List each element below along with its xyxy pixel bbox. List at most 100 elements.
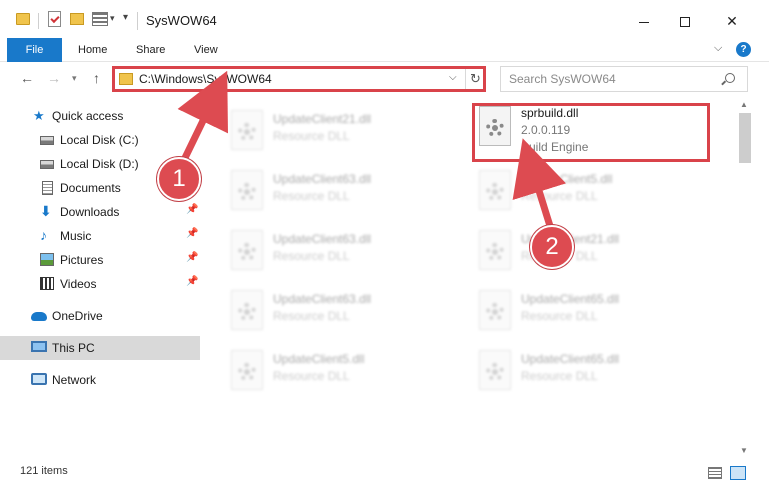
file-description: Resource DLL xyxy=(521,189,598,203)
dll-file-icon xyxy=(231,350,263,390)
network-icon xyxy=(31,373,47,385)
expand-ribbon-icon[interactable]: ⌵ xyxy=(714,42,722,55)
folder-icon xyxy=(16,13,30,25)
dll-file-icon xyxy=(231,230,263,270)
sidebar-item-local-disk-c[interactable]: Local Disk (C:) xyxy=(0,128,200,152)
back-button[interactable]: ← xyxy=(20,70,34,86)
sidebar-item-label: This PC xyxy=(52,341,95,355)
minimize-icon xyxy=(639,21,649,23)
pin-icon[interactable]: 📌 xyxy=(186,276,198,287)
sidebar-item-label: OneDrive xyxy=(52,309,103,323)
tab-file[interactable]: File xyxy=(7,38,62,62)
file-description: Resource DLL xyxy=(521,309,598,323)
gear-icon xyxy=(486,363,504,381)
list-item[interactable]: UpdateClient65.dll Resource DLL xyxy=(471,282,711,334)
search-icon[interactable] xyxy=(725,73,735,83)
scroll-down-arrow[interactable]: ▼ xyxy=(740,446,748,455)
search-input[interactable]: Search SysWOW64 xyxy=(509,72,616,86)
scroll-up-arrow[interactable]: ▲ xyxy=(740,100,748,109)
list-item-sprbuild-dll[interactable]: sprbuild.dll 2.0.0.119 Build Engine xyxy=(471,104,711,166)
file-name: UpdateClient5.dll xyxy=(521,172,613,186)
downloads-icon: ⬇ xyxy=(40,203,52,219)
list-item[interactable]: UpdateClient63.dll Resource DLL xyxy=(223,222,463,274)
sidebar-item-network[interactable]: Network xyxy=(0,368,200,392)
documents-icon xyxy=(42,181,53,195)
up-button[interactable]: ↑ xyxy=(93,70,100,86)
file-list: UpdateClient21.dll Resource DLL UpdateCl… xyxy=(205,96,737,456)
window-title: SysWOW64 xyxy=(146,13,217,28)
file-name: sprbuild.dll xyxy=(521,106,579,120)
sidebar-item-label: Pictures xyxy=(60,253,104,267)
view-options-icon[interactable] xyxy=(92,12,108,26)
forward-button[interactable]: → xyxy=(47,70,61,86)
dll-file-icon xyxy=(479,350,511,390)
file-description: Build Engine xyxy=(521,140,589,154)
customize-toolbar-icon[interactable]: ▾ xyxy=(123,12,128,23)
this-pc-icon xyxy=(31,341,47,352)
file-version: 2.0.0.119 xyxy=(521,123,571,137)
refresh-button[interactable]: ↻ xyxy=(465,67,485,91)
sidebar-item-quick-access[interactable]: ★ Quick access xyxy=(0,104,200,128)
file-name: UpdateClient65.dll xyxy=(521,292,620,306)
pin-icon[interactable]: 📌 xyxy=(186,204,198,215)
sidebar-item-label: Quick access xyxy=(52,109,124,123)
list-item[interactable]: UpdateClient63.dll Resource DLL xyxy=(223,162,463,214)
sidebar-item-pictures[interactable]: Pictures 📌 xyxy=(0,248,200,272)
recent-locations-dropdown[interactable]: ▾ xyxy=(72,73,77,84)
step-1-badge: 1 xyxy=(157,157,201,201)
file-description: Resource DLL xyxy=(273,309,350,323)
music-icon: ♪ xyxy=(40,227,47,243)
sidebar-item-this-pc[interactable]: This PC xyxy=(0,336,200,360)
pin-icon[interactable]: 📌 xyxy=(186,228,198,239)
maximize-icon xyxy=(680,17,690,28)
file-description: Resource DLL xyxy=(273,189,350,203)
sidebar-item-music[interactable]: ♪ Music 📌 xyxy=(0,224,200,248)
scrollbar-thumb[interactable] xyxy=(739,113,751,163)
maximize-button[interactable] xyxy=(667,8,703,34)
list-item[interactable]: UpdateClient21.dll Resource DLL xyxy=(223,102,463,154)
file-description: Resource DLL xyxy=(273,369,350,383)
address-dropdown-icon[interactable]: ⌵ xyxy=(449,72,457,83)
tab-view[interactable]: View xyxy=(194,38,218,62)
properties-icon[interactable] xyxy=(48,11,61,27)
quick-access-dropdown-icon[interactable]: ▾ xyxy=(110,13,115,24)
search-box[interactable]: Search SysWOW64 xyxy=(500,66,748,92)
disk-icon xyxy=(40,160,54,169)
list-item[interactable]: UpdateClient63.dll Resource DLL xyxy=(223,282,463,334)
dll-file-icon xyxy=(479,290,511,330)
sidebar-item-videos[interactable]: Videos 📌 xyxy=(0,272,200,296)
title-bar: ▾ ▾ SysWOW64 ✕ xyxy=(0,0,769,40)
minimize-button[interactable] xyxy=(626,8,662,34)
address-path[interactable]: C:\Windows\SysWOW64 xyxy=(139,72,272,86)
address-bar[interactable]: C:\Windows\SysWOW64 ⌵ ↻ xyxy=(112,66,485,92)
file-name: UpdateClient65.dll xyxy=(521,352,620,366)
details-view-icon[interactable] xyxy=(708,467,722,479)
sidebar-item-downloads[interactable]: ⬇ Downloads 📌 xyxy=(0,200,200,224)
help-icon[interactable]: ? xyxy=(736,42,751,57)
pin-icon[interactable]: 📌 xyxy=(186,252,198,263)
dll-file-icon xyxy=(479,106,511,146)
large-icons-view-icon[interactable] xyxy=(730,466,746,480)
toolbar-separator xyxy=(38,13,39,29)
list-item[interactable]: UpdateClient65.dll Resource DLL xyxy=(471,342,711,394)
file-description: Resource DLL xyxy=(273,249,350,263)
ribbon-tabs: File Home Share View ⌵ ? xyxy=(0,38,769,62)
pictures-icon xyxy=(40,253,54,266)
gear-icon xyxy=(486,243,504,261)
list-item[interactable]: UpdateClient5.dll Resource DLL xyxy=(223,342,463,394)
sidebar-item-label: Local Disk (D:) xyxy=(60,157,139,171)
close-button[interactable]: ✕ xyxy=(714,8,750,34)
tab-share[interactable]: Share xyxy=(136,38,165,62)
videos-icon xyxy=(40,277,54,290)
tab-home[interactable]: Home xyxy=(78,38,107,62)
file-description: Resource DLL xyxy=(521,369,598,383)
new-folder-icon[interactable] xyxy=(70,13,84,25)
list-item[interactable]: UpdateClient5.dll Resource DLL xyxy=(471,162,711,214)
sidebar-item-onedrive[interactable]: OneDrive xyxy=(0,304,200,328)
dll-file-icon xyxy=(231,170,263,210)
list-item[interactable]: UpdateClient21.dll Resource DLL xyxy=(471,222,711,274)
dll-file-icon xyxy=(479,230,511,270)
gear-icon xyxy=(486,303,504,321)
dll-file-icon xyxy=(231,110,263,150)
file-name: UpdateClient63.dll xyxy=(273,172,372,186)
